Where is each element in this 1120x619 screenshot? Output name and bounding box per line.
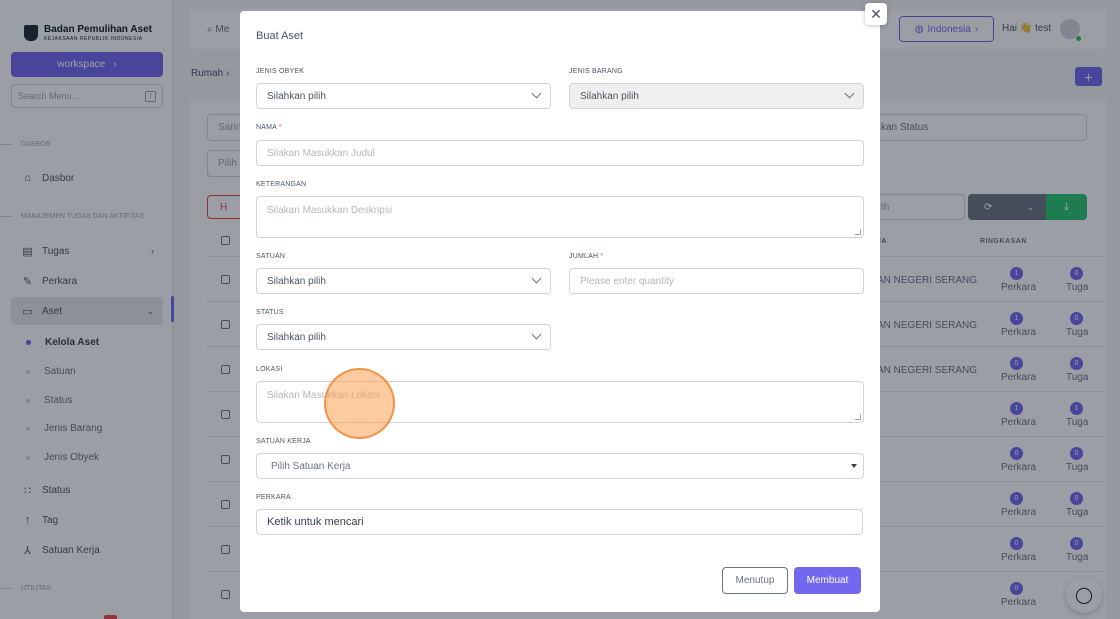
keterangan-textarea[interactable]: Silakan Masukkan Deskripsi <box>256 196 864 238</box>
label-lokasi: LOKASI <box>256 366 283 373</box>
satuan-kerja-select[interactable]: Pilih Satuan Kerja <box>256 453 864 479</box>
close-icon: ✕ <box>870 5 882 22</box>
perkara-search-input[interactable]: Ketik untuk mencari <box>256 509 863 535</box>
label-nama: NAMA * <box>256 124 282 131</box>
nama-input[interactable]: Silakan Masukkan Judul <box>256 140 864 166</box>
chevron-down-icon <box>531 329 542 340</box>
satuan-select[interactable]: Silahkan pilih <box>256 268 551 294</box>
modal-close-button[interactable]: ✕ <box>865 3 887 25</box>
chevron-down-icon <box>531 88 542 99</box>
jumlah-input[interactable]: Please enter quantity <box>569 268 864 294</box>
label-satuan: SATUAN <box>256 253 286 260</box>
label-keterangan: KETERANGAN <box>256 181 307 188</box>
status-select[interactable]: Silahkan pilih <box>256 324 551 350</box>
caret-down-icon <box>851 464 857 468</box>
click-indicator <box>324 368 395 439</box>
label-perkara: PERKARA <box>256 494 291 501</box>
create-asset-modal: Buat Aset ✕ JENIS OBYEK Silahkan pilih J… <box>240 3 887 612</box>
chevron-down-icon <box>531 273 542 284</box>
jenis-obyek-select[interactable]: Silahkan pilih <box>256 83 551 109</box>
create-button[interactable]: Membuat <box>794 567 861 594</box>
label-satuan-kerja: SATUAN KERJA <box>256 438 311 445</box>
label-jumlah: JUMLAH * <box>569 253 604 260</box>
label-jenis-obyek: JENIS OBYEK <box>256 68 305 75</box>
modal-title: Buat Aset <box>256 30 304 42</box>
jenis-barang-select[interactable]: Silahkan pilih <box>569 83 864 109</box>
label-jenis-barang: JENIS BARANG <box>569 68 623 75</box>
cancel-button[interactable]: Menutup <box>722 567 788 594</box>
chevron-down-icon <box>844 88 855 99</box>
label-status: STATUS <box>256 309 284 316</box>
